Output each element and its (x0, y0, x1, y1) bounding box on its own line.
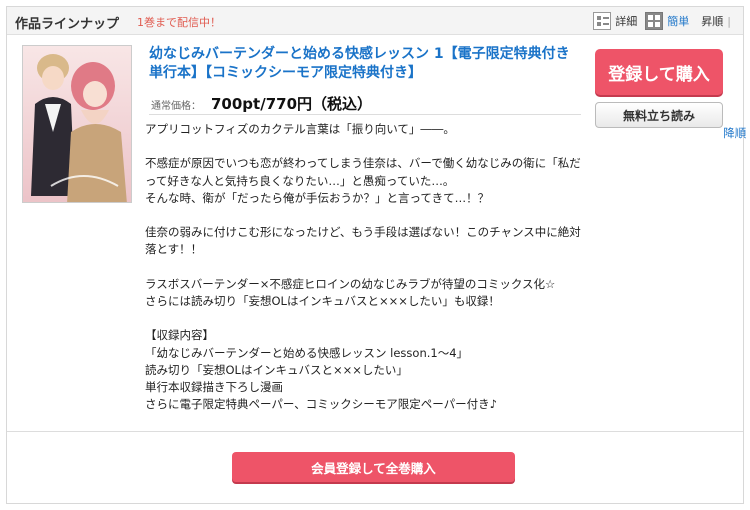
product-lineup-panel: 作品ラインナップ 1巻まで配信中！ 詳細 簡単 昇順 | 降順 幼なじみバーテン… (6, 6, 746, 504)
description-line (145, 310, 591, 327)
view-detail-label: 詳細 (615, 15, 638, 28)
price-label: 通常価格： (151, 101, 201, 112)
view-simple-button[interactable]: 簡単 (645, 12, 689, 30)
description-line: アプリコットフィズのカクテル言葉は「振り向いて」――。 (145, 122, 455, 136)
description-line: 佳奈の弱みに付けこむ形になったけど、もう手段は選ばない！このチャンス中に絶対落と… (145, 225, 581, 257)
book-description: アプリコットフィズのカクテル言葉は「振り向いて」――。 不感症が原因でいつも恋が… (145, 121, 591, 413)
list-view-icon (593, 12, 612, 30)
register-and-buy-button[interactable]: 登録して購入 (595, 49, 723, 95)
register-and-buy-all-button[interactable]: 会員登録して全巻購入 (232, 452, 515, 482)
price-row: 通常価格： 700pt/770円（税込） (149, 93, 581, 115)
volume-notice: 1巻まで配信中！ (137, 16, 221, 29)
description-line: 単行本収録描き下ろし漫画 (145, 379, 283, 394)
description-line (145, 259, 591, 276)
sort-separator: | (727, 14, 731, 28)
view-switcher: 詳細 簡単 昇順 | 降順 (585, 11, 746, 141)
description-line: 「幼なじみバーテンダーと始める快感レッスン lesson.1〜4」 (145, 345, 469, 360)
description-line: さらに電子限定特典ペーパー、コミックシーモア限定ペーパー付き♪ (145, 397, 497, 412)
view-detail-button[interactable]: 詳細 (593, 12, 637, 30)
price-value: 700pt/770円（税込） (211, 95, 373, 113)
sort-asc-link[interactable]: 昇順 (701, 13, 723, 29)
description-line (145, 138, 591, 155)
description-line: ラスボスバーテンダー×不感症ヒロインの幼なじみラブが待望のコミックス化☆ (145, 276, 556, 291)
sort-order: 昇順 | 降順 (701, 13, 746, 141)
description-line: 不感症が原因でいつも恋が終わってしまう佳奈は、バーで働く幼なじみの衛に「私だって… (145, 156, 581, 188)
description-line: 【収録内容】 (145, 328, 214, 343)
book-cover-image[interactable] (22, 45, 132, 203)
free-trial-read-button[interactable]: 無料立ち読み (595, 102, 723, 128)
description-line: そんな時、衛が「だったら俺が手伝おうか？」と言ってきて…！？ (145, 190, 490, 205)
sort-desc-link[interactable]: 降順 (723, 125, 750, 142)
description-line: 読み切り「妄想OLはインキュバスと×××したい」 (145, 362, 408, 377)
section-divider (7, 431, 743, 432)
description-line: さらには読み切り「妄想OLはインキュバスと×××したい」も収録！ (145, 293, 500, 308)
grid-view-icon (645, 12, 664, 30)
book-title-link[interactable]: 幼なじみバーテンダーと始める快感レッスン 1【電子限定特典付き単行本】【コミック… (149, 45, 581, 83)
lineup-header: 作品ラインナップ 1巻まで配信中！ 詳細 簡単 昇順 | 降順 (7, 7, 746, 141)
description-line (145, 207, 591, 224)
section-title: 作品ラインナップ (15, 17, 120, 32)
view-simple-label: 簡単 (667, 15, 690, 28)
cover-illustration (23, 46, 131, 202)
